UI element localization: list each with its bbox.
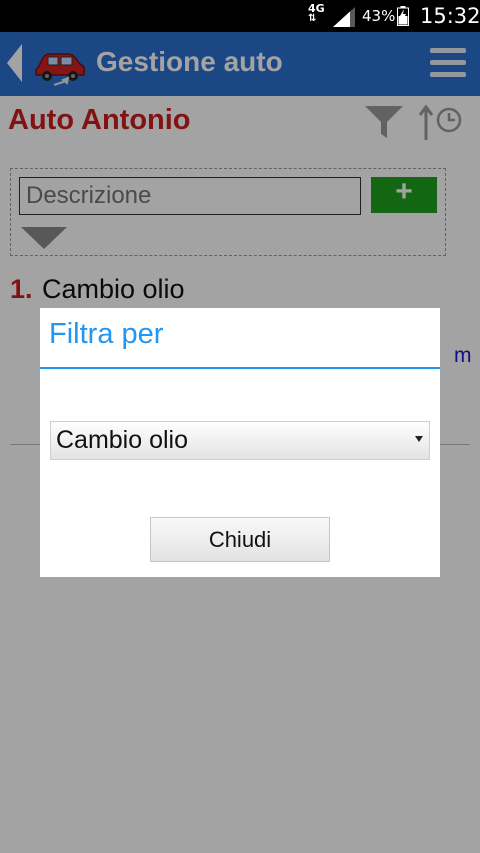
- dropdown-caret-icon: [415, 436, 423, 442]
- filter-select[interactable]: Cambio olio: [50, 421, 430, 460]
- network-arrows: ⇅: [308, 13, 317, 24]
- dialog-title-divider: [40, 367, 440, 369]
- battery-percent: 43%: [362, 7, 396, 25]
- clock: 15:32: [420, 4, 480, 28]
- battery-icon: [397, 6, 409, 26]
- filter-select-value: Cambio olio: [56, 426, 189, 454]
- filter-dialog: Filtra per Cambio olio Chiudi: [40, 308, 440, 577]
- network-indicator: 4G ⇅: [308, 3, 325, 24]
- dialog-title: Filtra per: [49, 318, 164, 350]
- signal-strength-icon: [333, 7, 355, 27]
- status-bar: 4G ⇅ 43% 15:32: [0, 0, 480, 32]
- close-button[interactable]: Chiudi: [150, 517, 330, 562]
